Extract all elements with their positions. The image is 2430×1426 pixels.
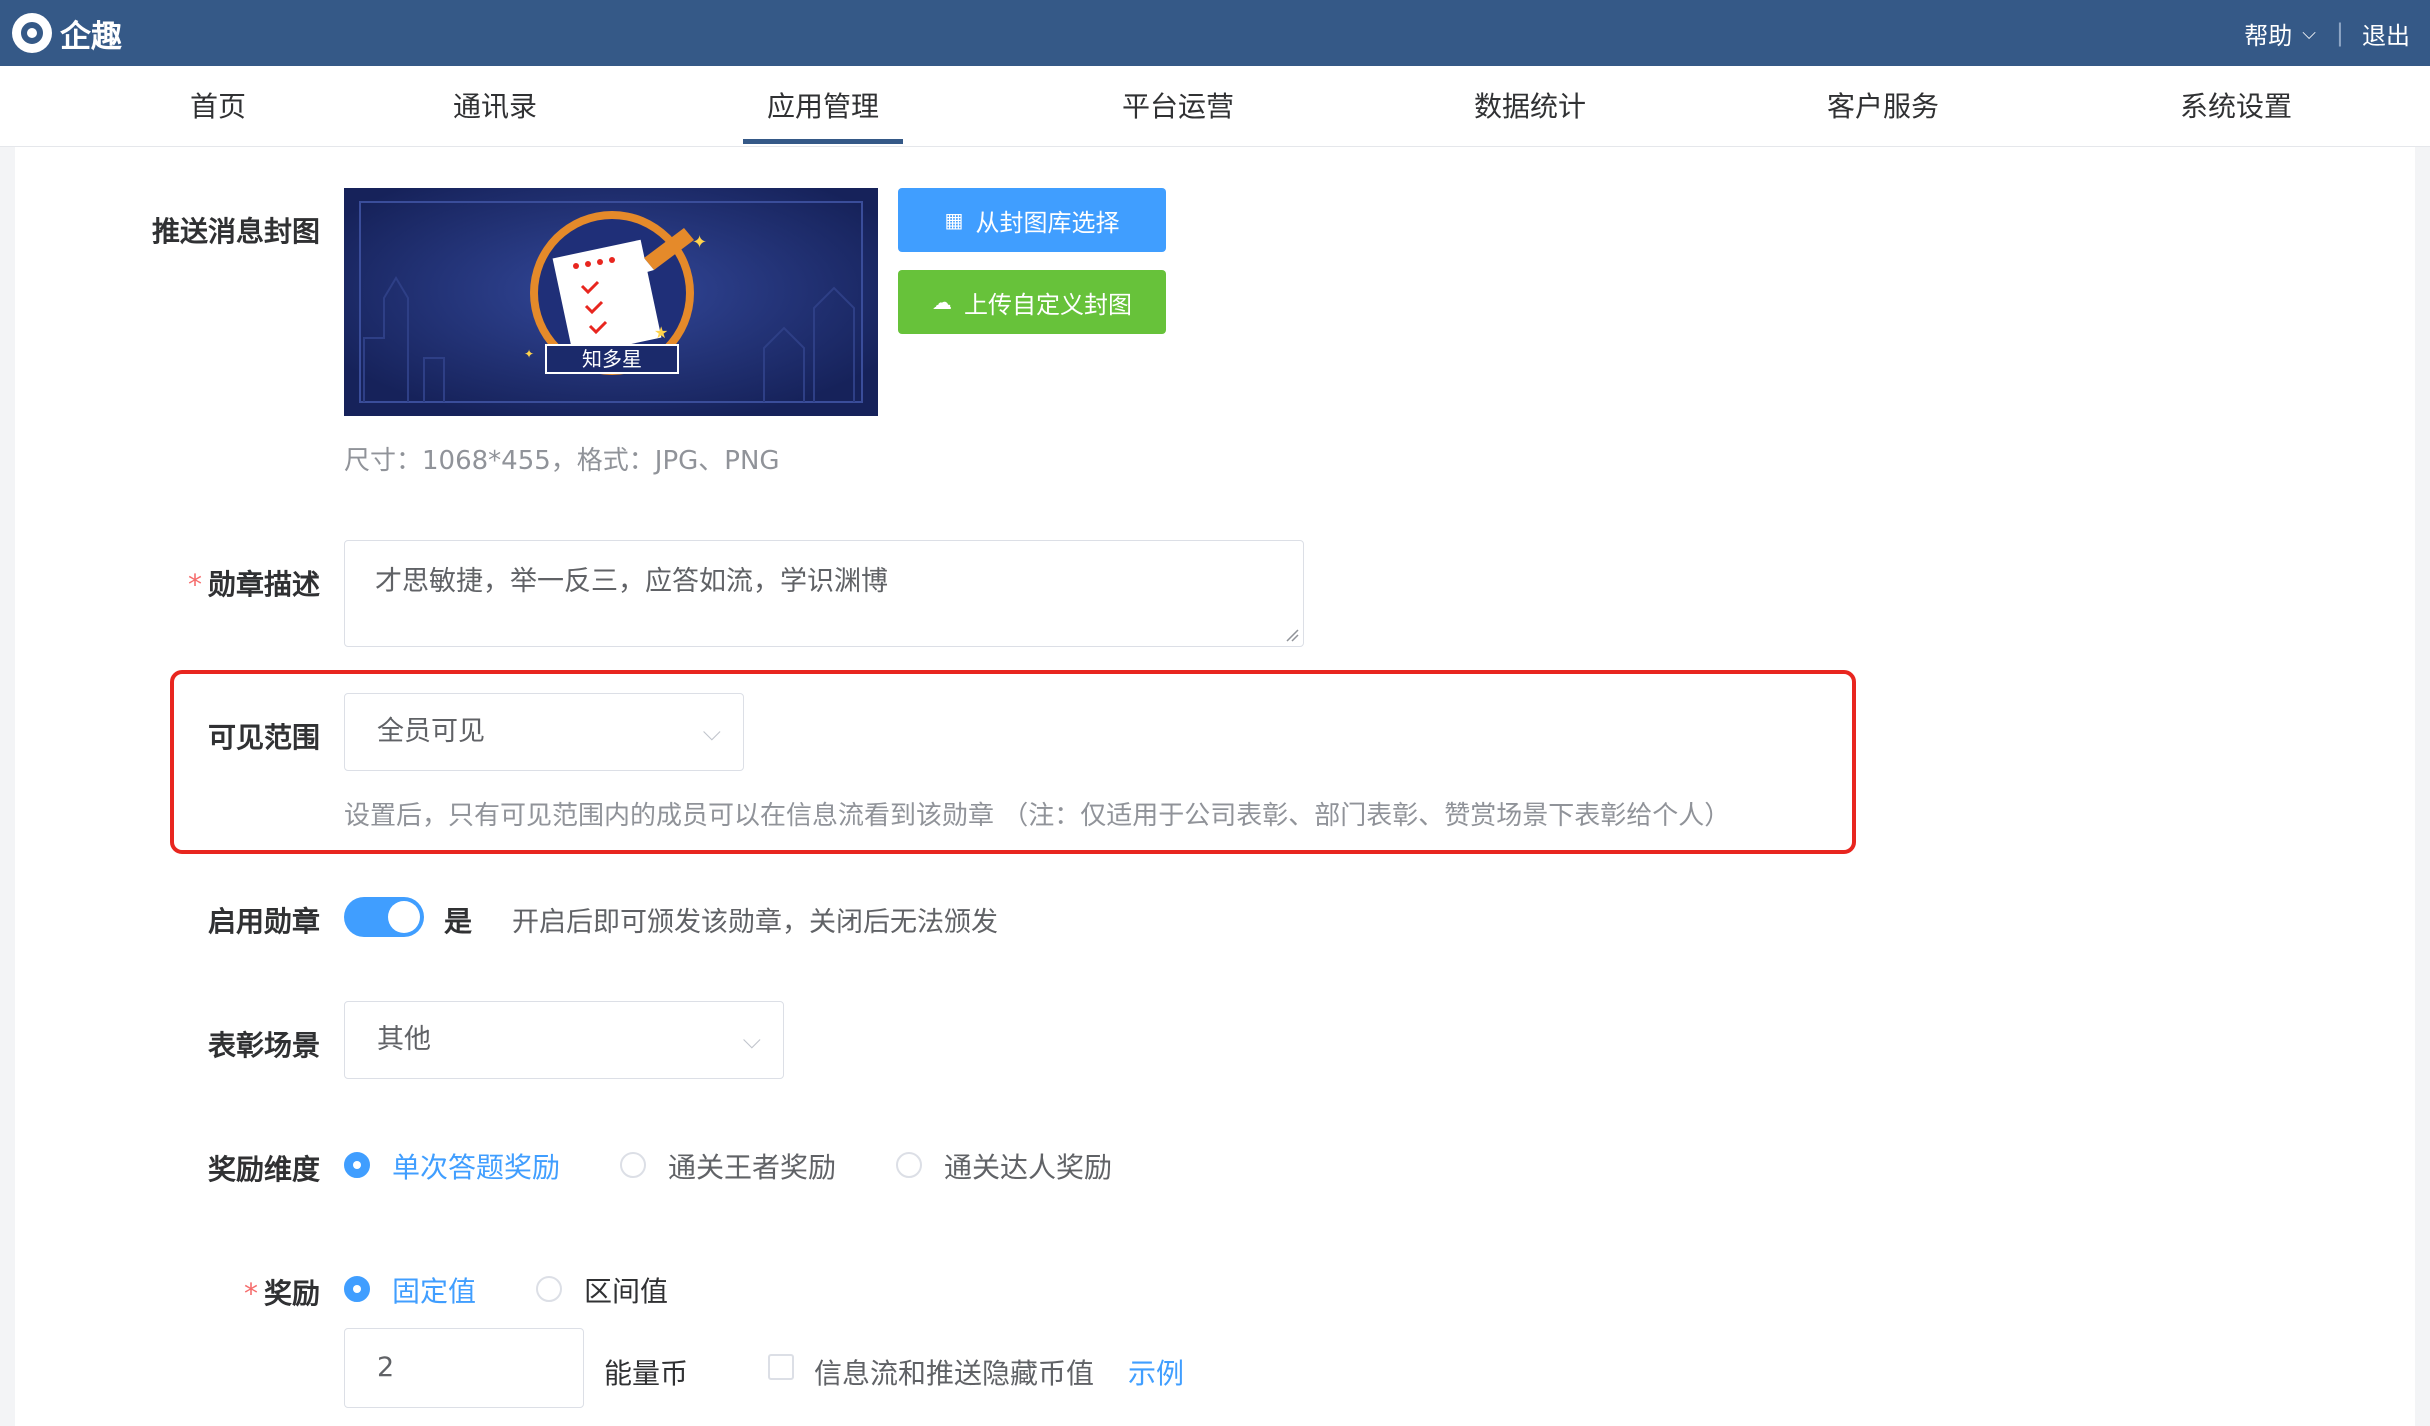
nav-home[interactable]: 首页	[150, 66, 286, 147]
radio-fixed-value[interactable]	[344, 1276, 370, 1302]
cover-caption: 知多星	[545, 344, 679, 374]
enable-switch[interactable]	[344, 897, 424, 937]
radio-single-answer[interactable]	[344, 1152, 370, 1178]
svg-text:✦: ✦	[692, 232, 707, 253]
visibility-selected-value: 全员可见	[377, 716, 485, 747]
hide-value-checkbox[interactable]	[768, 1354, 794, 1380]
divider: |	[2335, 19, 2344, 47]
nav-system-settings[interactable]: 系统设置	[2160, 66, 2312, 147]
nav-app-management[interactable]: 应用管理	[743, 66, 903, 147]
chevron-down-icon: ⌵	[702, 718, 721, 746]
hide-value-checkbox-label[interactable]: 信息流和推送隐藏币值	[814, 1352, 1094, 1392]
main-nav: 首页 通讯录 应用管理 平台运营 数据统计 客户服务 系统设置	[0, 66, 2430, 147]
visibility-label: 可见范围	[207, 721, 320, 754]
svg-text:★: ★	[654, 323, 668, 342]
description-label: * 勋章描述	[120, 563, 320, 603]
top-right-actions: 帮助 ⌵ | 退出	[2244, 0, 2410, 66]
resize-handle-icon[interactable]	[1285, 628, 1299, 642]
nav-platform-ops[interactable]: 平台运营	[1100, 66, 1256, 147]
reward-label: * 奖励	[120, 1272, 320, 1312]
app-logo[interactable]: 企趣	[12, 12, 122, 55]
select-from-library-label: 从封图库选择	[975, 208, 1120, 237]
enable-hint: 开启后即可颁发该勋章，关闭后无法颁发	[512, 907, 998, 938]
reward-amount-input[interactable]: 2	[344, 1328, 584, 1408]
radio-expert[interactable]	[896, 1152, 922, 1178]
nav-data-stats[interactable]: 数据统计	[1455, 66, 1605, 147]
reward-amount-value: 2	[377, 1352, 395, 1383]
nav-customer-service[interactable]: 客户服务	[1808, 66, 1958, 147]
cover-image[interactable]: ✦ ★ ✦ 知多星	[344, 188, 878, 416]
cover-size-hint: 尺寸：1068*455，格式：JPG、PNG	[344, 446, 780, 476]
svg-text:✦: ✦	[524, 347, 534, 361]
active-tab-indicator	[743, 139, 903, 144]
top-bar: 企趣 帮助 ⌵ | 退出	[0, 0, 2430, 66]
reward-dimension-label: 奖励维度	[207, 1153, 320, 1186]
logo-icon	[12, 13, 52, 53]
radio-king[interactable]	[620, 1152, 646, 1178]
required-mark: *	[243, 1277, 258, 1310]
radio-range-value[interactable]	[536, 1276, 562, 1302]
radio-fixed-value-label[interactable]: 固定值	[392, 1270, 476, 1310]
logout-link[interactable]: 退出	[2362, 16, 2410, 51]
enable-status: 是	[444, 905, 473, 938]
reward-unit: 能量币	[604, 1357, 689, 1390]
description-value: 才思敏捷，举一反三，应答如流，学识渊博	[375, 566, 888, 597]
upload-custom-cover-label: 上传自定义封图	[964, 290, 1132, 319]
upload-custom-cover-button[interactable]: ☁ 上传自定义封图	[898, 270, 1166, 334]
required-mark: *	[187, 568, 202, 601]
example-link[interactable]: 示例	[1128, 1352, 1184, 1392]
scene-selected-value: 其他	[377, 1024, 431, 1055]
visibility-select[interactable]: 全员可见 ⌵	[344, 693, 744, 771]
scene-select[interactable]: 其他 ⌵	[344, 1001, 784, 1079]
select-from-library-button[interactable]: ▦ 从封图库选择	[898, 188, 1166, 252]
enable-label: 启用勋章	[207, 905, 320, 938]
visibility-hint: 设置后，只有可见范围内的成员可以在信息流看到该勋章 （注：仅适用于公司表彰、部门…	[344, 801, 1731, 831]
app-name: 企趣	[60, 18, 122, 55]
chevron-down-icon[interactable]: ⌵	[2302, 23, 2316, 44]
radio-range-value-label[interactable]: 区间值	[584, 1270, 668, 1310]
scene-label: 表彰场景	[207, 1029, 320, 1062]
radio-single-answer-label[interactable]: 单次答题奖励	[392, 1146, 560, 1186]
chevron-down-icon: ⌵	[742, 1026, 761, 1054]
reward-label-text: 奖励	[263, 1277, 320, 1310]
description-label-text: 勋章描述	[207, 568, 320, 601]
description-textarea[interactable]: 才思敏捷，举一反三，应答如流，学识渊博	[344, 540, 1304, 647]
grid-icon: ▦	[944, 208, 964, 232]
cover-illustration: ✦ ★ ✦	[344, 188, 878, 416]
cover-label: 推送消息封图	[151, 215, 320, 248]
help-menu[interactable]: 帮助	[2244, 16, 2292, 51]
radio-expert-label[interactable]: 通关达人奖励	[944, 1146, 1112, 1186]
nav-contacts[interactable]: 通讯录	[425, 66, 565, 147]
radio-king-label[interactable]: 通关王者奖励	[668, 1146, 836, 1186]
switch-knob	[388, 901, 420, 933]
cloud-upload-icon: ☁	[932, 290, 952, 314]
